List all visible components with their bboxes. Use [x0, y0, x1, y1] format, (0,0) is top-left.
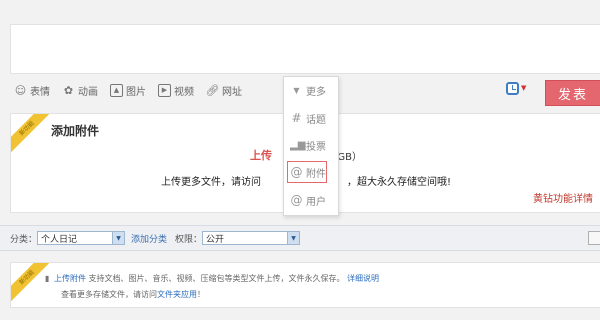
storage-text: ，超大永久存储空间哦! [347, 177, 452, 188]
emoticon-button[interactable]: ☺ 表情 [14, 83, 50, 98]
compose-toolbar: ☺ 表情 ✿ 动画 ▲ 图片 ▶ 视频 🔗︎ 网址 [14, 80, 254, 100]
permission-label: 权限： [175, 234, 203, 245]
publish-button[interactable]: 发表 [545, 80, 600, 106]
chevron-down-icon: ▼ [112, 232, 125, 244]
emoticon-label: 表情 [30, 86, 50, 98]
tip-storage-text: 查看更多存储文件，请访问 [61, 290, 157, 299]
more-label: 更多 [306, 86, 326, 98]
clock-icon [506, 81, 519, 95]
link-button[interactable]: 🔗︎ 网址 [206, 83, 242, 98]
hashtag-icon: # [291, 111, 302, 125]
paperclip-icon: ▮ [45, 274, 50, 283]
menu-item-topic[interactable]: # 话题 [284, 107, 340, 129]
menu-item-user[interactable]: @ 用户 [284, 189, 340, 211]
upload-link[interactable]: 上传 [250, 147, 272, 163]
tip-description: 支持文档、图片、音乐、视频、压缩包等类型文件上传，文件永久保存。 [88, 274, 345, 283]
image-icon: ▲ [110, 83, 123, 97]
caret-down-icon: ▼ [293, 85, 300, 95]
paperclip-icon: @ [290, 165, 303, 179]
menu-item-poll-label: 投票 [306, 141, 326, 153]
add-category-link[interactable]: 添加分类 [131, 232, 167, 245]
category-select[interactable]: 个人日记 ▼ [37, 231, 126, 245]
animation-button[interactable]: ✿ 动画 [62, 83, 98, 98]
permission-select[interactable]: 公开 ▼ [202, 231, 301, 245]
menu-item-user-label: 用户 [306, 196, 326, 208]
video-label: 视频 [174, 86, 194, 98]
video-button[interactable]: ▶ 视频 [158, 83, 194, 98]
poll-icon: ▂▆ [290, 139, 306, 151]
visit-text: 上传更多文件，请访问 [161, 177, 261, 188]
video-icon: ▶ [158, 83, 171, 97]
more-dropdown: ▼ 更多 # 话题 ▂▆ 投票 @ 附件 @ 用户 [283, 76, 339, 216]
animation-icon: ✿ [63, 83, 74, 97]
details-link[interactable]: 详细说明 [347, 274, 379, 283]
link-icon: 🔗︎ [205, 83, 220, 97]
permission-value: 公开 [206, 234, 225, 245]
new-feature-ribbon: 新功能 [11, 114, 51, 154]
options-bar: 分类： 个人日记 ▼ 添加分类 权限： 公开 ▼ [0, 225, 600, 251]
image-button[interactable]: ▲ 图片 [110, 83, 146, 98]
attachment-title: 添加附件 [51, 124, 100, 138]
compose-textarea[interactable] [10, 24, 600, 74]
upload-attachment-link[interactable]: 上传附件 [54, 274, 86, 283]
schedule-button[interactable]: ▼ [506, 80, 530, 96]
menu-item-attachment-label: 附件 [306, 168, 326, 180]
more-button[interactable]: ▼ 更多 [284, 79, 340, 101]
image-label: 图片 [126, 86, 146, 98]
chevron-down-icon: ▼ [287, 232, 300, 244]
animation-label: 动画 [78, 86, 98, 98]
yellow-diamond-feature-link[interactable]: 黄钻功能详情 [533, 190, 593, 205]
category-value: 个人日记 [41, 234, 78, 245]
smile-icon: ☺ [14, 83, 27, 97]
folder-app-link[interactable]: 文件夹应用 [157, 290, 197, 299]
menu-item-topic-label: 话题 [306, 114, 326, 126]
tip-line-1: ▮ 上传附件 支持文档、图片、音乐、视频、压缩包等类型文件上传，文件永久保存。 … [45, 273, 379, 284]
link-label: 网址 [222, 86, 242, 98]
page: ☺ 表情 ✿ 动画 ▲ 图片 ▶ 视频 🔗︎ 网址 ▼ 更多 # 话题 ▂▆ 投… [0, 0, 600, 320]
edge-button[interactable] [588, 231, 600, 245]
caret-down-icon: ▼ [521, 84, 527, 92]
menu-item-attachment[interactable]: @ 附件 [287, 161, 327, 183]
menu-item-poll[interactable]: ▂▆ 投票 [284, 134, 340, 156]
at-icon: @ [290, 193, 303, 207]
category-label: 分类： [10, 234, 38, 245]
tip-line-2: 查看更多存储文件，请访问文件夹应用！ [61, 290, 205, 299]
tip-box: 新功能 ▮ 上传附件 支持文档、图片、音乐、视频、压缩包等类型文件上传，文件永久… [10, 262, 600, 308]
